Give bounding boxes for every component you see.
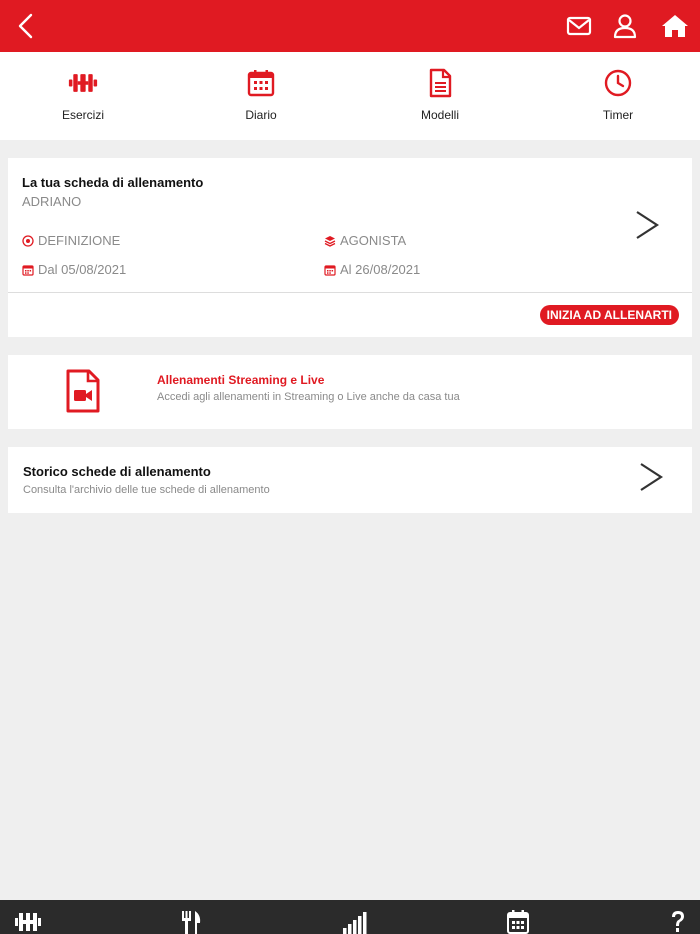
current-plan-card[interactable]: La tua scheda di allenamento ADRIANO DEF…: [8, 158, 692, 337]
feature-nav: Esercizi Diario Modelli Timer: [0, 52, 700, 140]
dumbbell-icon: [68, 74, 98, 92]
plan-start-date: Dal 05/08/2021: [22, 262, 126, 277]
calendar-icon: [247, 70, 275, 97]
home-icon[interactable]: [661, 13, 689, 39]
nav-label: Timer: [602, 108, 634, 122]
history-title: Storico schede di allenamento: [23, 464, 211, 479]
streaming-title: Allenamenti Streaming e Live: [157, 373, 325, 387]
nav-item-modelli[interactable]: Modelli: [380, 68, 500, 122]
streaming-subtitle: Accedi agli allenamenti in Streaming o L…: [157, 391, 460, 403]
calendar-icon: [324, 264, 336, 276]
dumbbell-icon[interactable]: [14, 909, 42, 934]
nav-item-diario[interactable]: Diario: [201, 68, 321, 122]
card-divider: [8, 292, 692, 293]
layers-icon: [324, 235, 336, 247]
start-training-button[interactable]: INIZIA AD ALLENARTI: [539, 305, 679, 325]
document-icon: [429, 68, 452, 98]
plan-goal: DEFINIZIONE: [22, 233, 120, 248]
video-file-icon: [66, 369, 100, 413]
nav-label: Esercizi: [61, 108, 104, 122]
plan-end-text: Al 26/08/2021: [340, 262, 421, 277]
history-card[interactable]: Storico schede di allenamento Consulta l…: [8, 447, 692, 513]
nav-label: Modelli: [420, 108, 459, 122]
mail-icon[interactable]: [566, 13, 592, 39]
fork-knife-icon[interactable]: [180, 909, 202, 934]
help-icon[interactable]: [669, 909, 687, 934]
plan-end-date: Al 26/08/2021: [324, 262, 420, 277]
clock-icon: [604, 69, 632, 97]
plan-goal-text: DEFINIZIONE: [38, 233, 121, 248]
target-icon: [22, 234, 34, 247]
calendar-icon: [22, 264, 34, 276]
plan-owner: ADRIANO: [22, 194, 82, 209]
plan-title: La tua scheda di allenamento: [22, 175, 204, 190]
bottom-tab-bar: [0, 900, 700, 934]
user-icon[interactable]: [612, 13, 638, 39]
chevron-right-icon[interactable]: [638, 461, 664, 493]
nav-item-esercizi[interactable]: Esercizi: [23, 68, 143, 122]
chevron-right-icon[interactable]: [634, 209, 660, 241]
back-arrow-icon[interactable]: [14, 12, 38, 40]
streaming-card[interactable]: Allenamenti Streaming e Live Accedi agli…: [8, 355, 692, 429]
calendar-icon[interactable]: [507, 909, 529, 934]
top-bar: [0, 0, 700, 52]
history-subtitle: Consulta l'archivio delle tue schede di …: [23, 484, 270, 496]
plan-start-text: Dal 05/08/2021: [38, 262, 127, 277]
signal-bars-icon[interactable]: [342, 909, 368, 934]
nav-label: Diario: [245, 108, 277, 122]
plan-level: AGONISTA: [324, 233, 406, 248]
plan-level-text: AGONISTA: [340, 233, 407, 248]
nav-item-timer[interactable]: Timer: [558, 68, 678, 122]
